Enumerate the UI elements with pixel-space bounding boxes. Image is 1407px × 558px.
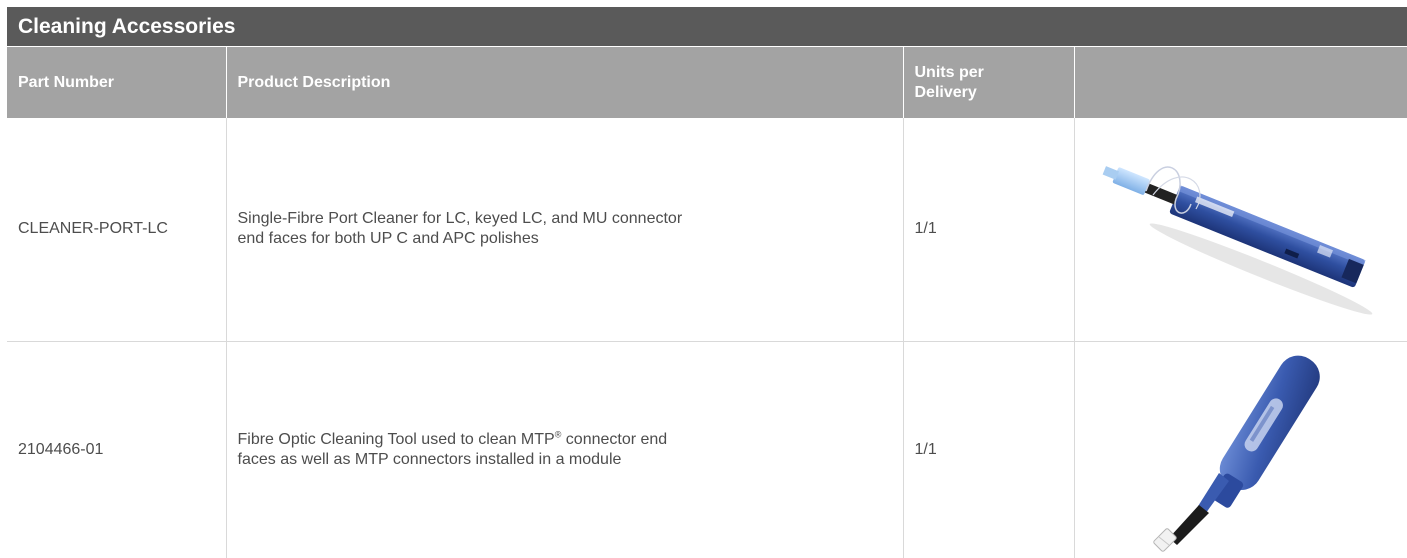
cell-product-image — [1074, 341, 1407, 558]
header-units-line1: Units per — [914, 63, 984, 81]
cell-product-image — [1074, 118, 1407, 342]
cell-part-number: 2104466-01 — [7, 341, 227, 558]
cell-description: Fibre Optic Cleaning Tool used to clean … — [226, 341, 904, 558]
table-title: Cleaning Accessories — [7, 7, 1407, 46]
description-line1-post: connector end — [561, 430, 668, 448]
description-line2: faces as well as MTP connectors installe… — [237, 450, 622, 468]
table-row: CLEANER-PORT-LC Single-Fibre Port Cleane… — [7, 118, 1407, 342]
description-line1-pre: Fibre Optic Cleaning Tool used to clean … — [237, 430, 555, 448]
header-image — [1074, 47, 1407, 118]
table-row: 2104466-01 Fibre Optic Cleaning Tool use… — [7, 341, 1407, 558]
cell-units: 1/1 — [903, 341, 1075, 558]
cleaning-accessories-table: Part Number Product Description Units pe… — [7, 47, 1407, 558]
cell-description: Single-Fibre Port Cleaner for LC, keyed … — [226, 118, 904, 342]
cell-units: 1/1 — [903, 118, 1075, 342]
description-line1: Fibre Optic Cleaning Tool used to clean … — [238, 430, 798, 450]
description-line1: Single-Fibre Port Cleaner for LC, keyed … — [237, 210, 683, 228]
description-line2: end faces for both UP C and APC polishes — [237, 230, 539, 248]
header-row: Part Number Product Description Units pe… — [7, 47, 1407, 118]
mtp-cleaning-tool-icon — [1153, 355, 1320, 552]
header-product-description: Product Description — [226, 47, 904, 118]
header-units-line2: Delivery — [914, 83, 977, 101]
header-units-per-delivery: Units per Delivery — [903, 47, 1075, 118]
product-table-page: Cleaning Accessories Part Number Product… — [0, 0, 1407, 558]
header-part-number: Part Number — [7, 47, 227, 118]
port-cleaner-pen-icon — [1102, 166, 1373, 315]
cell-part-number: CLEANER-PORT-LC — [7, 118, 227, 342]
